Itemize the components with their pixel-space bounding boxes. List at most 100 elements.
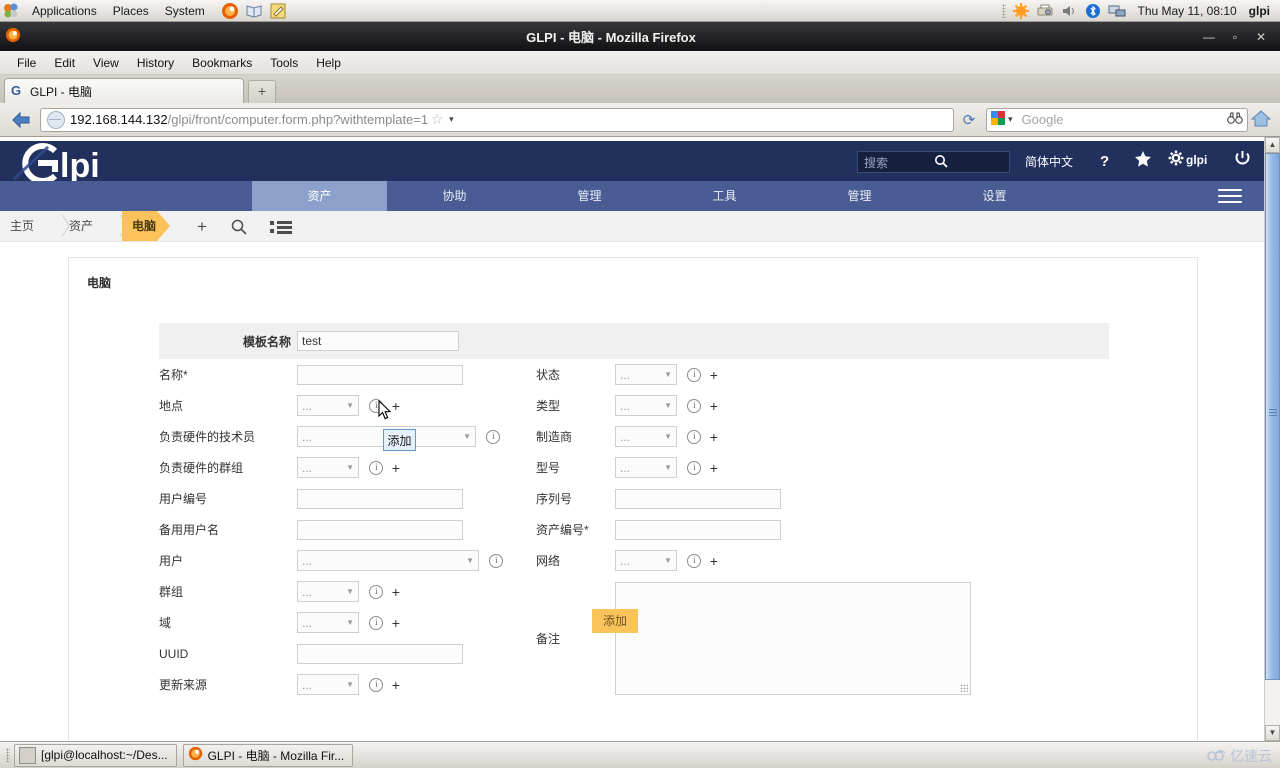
firefox-launcher-icon[interactable] <box>221 2 241 20</box>
taskbar-item-terminal[interactable]: [glpi@localhost:~/Des... <box>14 743 177 767</box>
window-minimize-button[interactable]: — <box>1196 27 1222 47</box>
language-switch[interactable]: 简体中文 <box>1025 153 1073 170</box>
resize-grip-icon[interactable] <box>960 683 968 692</box>
scroll-down-button[interactable]: ▼ <box>1265 725 1280 741</box>
search-icon[interactable] <box>934 154 1004 171</box>
info-icon[interactable]: i <box>687 460 702 475</box>
info-icon[interactable]: i <box>486 429 501 444</box>
location-select[interactable]: ... ▼ <box>297 395 359 416</box>
window-close-button[interactable]: ✕ <box>1248 27 1274 47</box>
desktop-user[interactable]: glpi <box>1249 4 1270 18</box>
menu-help[interactable]: Help <box>307 54 350 72</box>
status-select[interactable]: ... ▼ <box>615 364 677 385</box>
add-location-icon[interactable]: + <box>392 398 400 414</box>
alternate-username-input[interactable] <box>297 519 463 540</box>
add-group-icon[interactable]: + <box>392 584 400 600</box>
info-icon[interactable]: i <box>369 615 384 630</box>
menu-file[interactable]: File <box>8 54 45 72</box>
menu-view[interactable]: View <box>84 54 128 72</box>
menu-tools[interactable]: Tools <box>261 54 307 72</box>
volume-icon[interactable] <box>1060 2 1080 20</box>
group-in-charge-select[interactable]: ... ▼ <box>297 457 359 478</box>
nav-item-setup[interactable]: 设置 <box>927 181 1062 211</box>
reload-icon[interactable]: ⟳ <box>958 111 980 129</box>
user-select[interactable]: ... ▼ <box>297 550 479 571</box>
bookmark-star-icon[interactable]: ☆ <box>428 111 446 128</box>
nav-item-management[interactable]: 管理 <box>522 181 657 211</box>
info-icon[interactable]: i <box>687 398 702 413</box>
group-select[interactable]: ... ▼ <box>297 581 359 602</box>
update-manager-icon[interactable] <box>1012 2 1032 20</box>
notes-textarea[interactable] <box>615 581 971 695</box>
search-engine-chevron-icon[interactable]: ▾ <box>1008 114 1013 125</box>
back-button[interactable] <box>6 107 36 133</box>
nav-item-assets[interactable]: 资产 <box>252 181 387 211</box>
add-icon[interactable]: + <box>197 217 207 237</box>
add-manufacturer-icon[interactable]: + <box>710 429 718 445</box>
window-maximize-button[interactable]: ▫ <box>1222 27 1248 47</box>
nav-item-tools[interactable]: 工具 <box>657 181 792 211</box>
add-type-icon[interactable]: + <box>710 398 718 414</box>
breadcrumb-item-computer[interactable]: 电脑 <box>122 211 170 241</box>
binoculars-icon[interactable] <box>1227 111 1243 128</box>
chevron-down-icon[interactable]: ▾ <box>449 114 454 125</box>
manufacturer-select[interactable]: ... ▼ <box>615 426 677 447</box>
domain-select[interactable]: ... ▼ <box>297 612 359 633</box>
nav-item-administration[interactable]: 管理 <box>792 181 927 211</box>
serial-input[interactable] <box>615 488 781 509</box>
glpi-search-input[interactable]: 搜索 <box>857 151 1010 173</box>
search-bar[interactable]: ▾ Google <box>986 107 1248 132</box>
taskbar-item-firefox[interactable]: GLPI - 电脑 - Mozilla Fir... <box>182 743 354 767</box>
user-number-input[interactable] <box>297 488 463 509</box>
info-icon[interactable]: i <box>369 677 384 692</box>
add-group-in-charge-icon[interactable]: + <box>392 460 400 476</box>
help-icon[interactable]: ? <box>1100 153 1109 170</box>
add-model-icon[interactable]: + <box>710 460 718 476</box>
hamburger-menu-icon[interactable] <box>1218 189 1242 204</box>
bookmark-star-icon[interactable] <box>1134 150 1152 171</box>
network-select[interactable]: ... ▼ <box>615 550 677 571</box>
text-editor-icon[interactable] <box>269 2 289 20</box>
model-select[interactable]: ... ▼ <box>615 457 677 478</box>
info-icon[interactable]: i <box>369 460 384 475</box>
menu-history[interactable]: History <box>128 54 183 72</box>
glpi-current-user[interactable]: glpi <box>1186 153 1207 167</box>
menu-bookmarks[interactable]: Bookmarks <box>183 54 261 72</box>
info-icon[interactable]: i <box>369 584 384 599</box>
add-button[interactable]: 添加 <box>592 609 639 633</box>
menu-edit[interactable]: Edit <box>45 54 84 72</box>
url-bar[interactable]: 192.168.144.132/glpi/front/computer.form… <box>40 107 954 132</box>
type-select[interactable]: ... ▼ <box>615 395 677 416</box>
scrollbar-thumb[interactable] <box>1265 153 1280 680</box>
nav-item-assistance[interactable]: 协助 <box>387 181 522 211</box>
info-icon[interactable]: i <box>489 553 504 568</box>
add-status-icon[interactable]: + <box>710 367 718 383</box>
scroll-up-button[interactable]: ▲ <box>1265 137 1280 153</box>
new-tab-button[interactable]: + <box>248 80 276 103</box>
info-icon[interactable]: i <box>687 429 702 444</box>
power-icon[interactable] <box>1234 150 1251 170</box>
bluetooth-icon[interactable] <box>1084 2 1104 20</box>
inventory-number-input[interactable] <box>615 519 781 540</box>
page-scrollbar[interactable]: ▲ ▼ <box>1264 137 1280 741</box>
printer-icon[interactable] <box>1036 2 1056 20</box>
help-book-icon[interactable] <box>245 2 265 20</box>
network-icon[interactable] <box>1108 2 1128 20</box>
template-name-input[interactable]: test <box>297 331 459 351</box>
clock[interactable]: Thu May 11, 08:10 <box>1138 4 1237 18</box>
add-domain-icon[interactable]: + <box>392 615 400 631</box>
add-update-source-icon[interactable]: + <box>392 677 400 693</box>
info-icon[interactable]: i <box>687 367 702 382</box>
add-network-icon[interactable]: + <box>710 553 718 569</box>
gear-icon[interactable] <box>1168 150 1184 169</box>
breadcrumb-item-home[interactable]: 主页 <box>10 211 34 241</box>
breadcrumb-item-assets[interactable]: 资产 <box>69 211 93 241</box>
menu-places[interactable]: Places <box>105 1 157 21</box>
info-icon[interactable]: i <box>687 553 702 568</box>
browser-tab-active[interactable]: G GLPI - 电脑 <box>4 78 244 103</box>
search-icon[interactable] <box>231 219 247 238</box>
name-input[interactable] <box>297 364 463 385</box>
list-view-icon[interactable] <box>270 220 292 237</box>
menu-applications[interactable]: Applications <box>24 1 105 21</box>
menu-system[interactable]: System <box>157 1 213 21</box>
